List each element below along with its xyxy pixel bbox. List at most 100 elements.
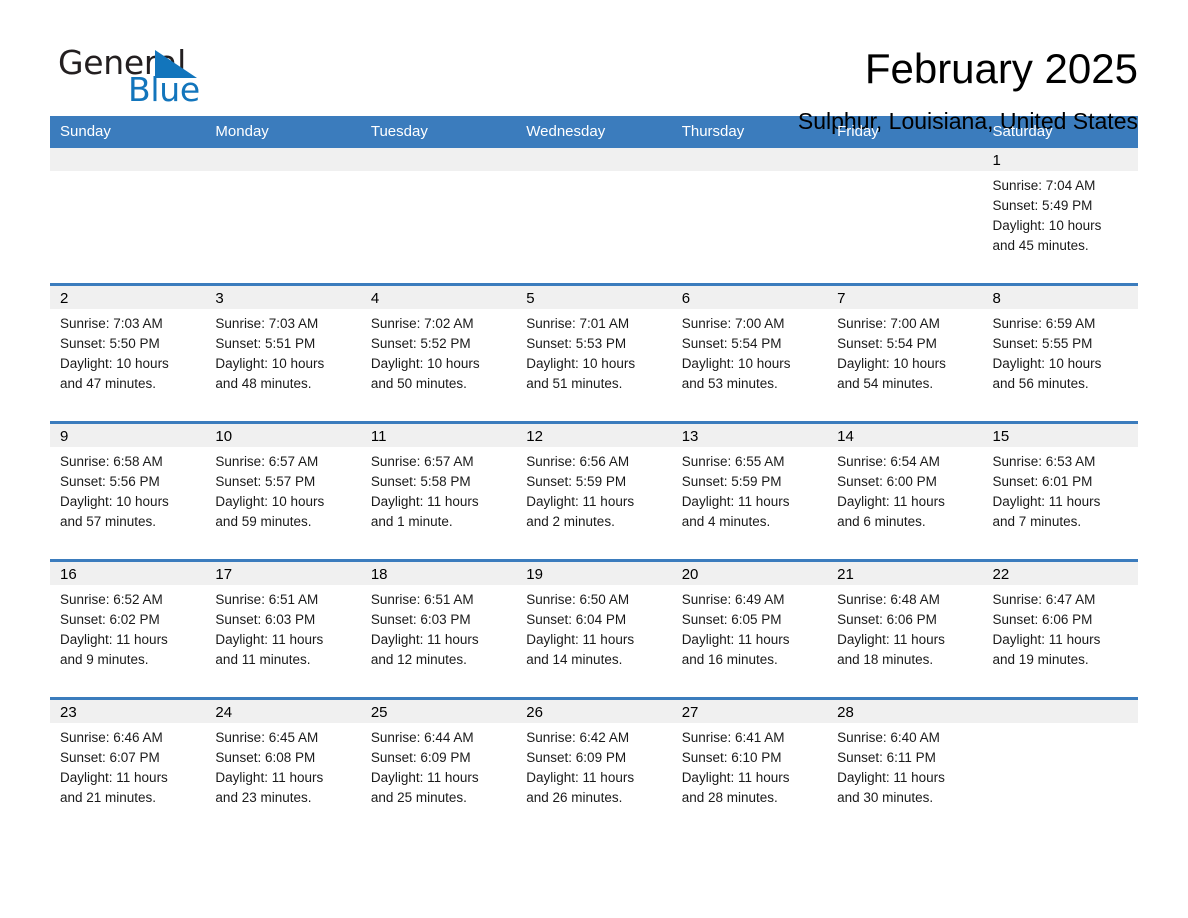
day-number: 26: [516, 700, 672, 723]
sunrise-time: Sunrise: 6:48 AM: [837, 592, 940, 607]
calendar-day-cell[interactable]: 8 Sunrise: 6:59 AM Sunset: 5:55 PM Daylight…: [982, 283, 1138, 423]
calendar-day-cell[interactable]: 4 Sunrise: 7:02 AM Sunset: 5:52 PM Daylight…: [360, 283, 517, 423]
calendar-day-cell[interactable]: 7 Sunrise: 7:00 AM Sunset: 5:54 PM Daylight…: [827, 283, 983, 423]
daylight-duration-line1: Daylight: 10 hours: [992, 356, 1102, 371]
daylight-duration-line1: Daylight: 10 hours: [526, 356, 636, 371]
daylight-duration-line1: Daylight: 11 hours: [992, 494, 1101, 509]
day-number: 25: [360, 700, 517, 723]
day-details: Sunrise: 7:02 AM Sunset: 5:52 PM Daylight:…: [361, 309, 516, 394]
calendar-day-cell[interactable]: 21 Sunrise: 6:48 AM Sunset: 6:06 PM Dayligh…: [827, 559, 983, 699]
calendar-day-cell[interactable]: 25 Sunrise: 6:44 AM Sunset: 6:09 PM Dayligh…: [360, 697, 517, 835]
calendar-day-cell[interactable]: 15 Sunrise: 6:53 AM Sunset: 6:01 PM Dayligh…: [982, 421, 1138, 561]
sunrise-time: Sunrise: 6:51 AM: [370, 592, 474, 607]
sunset-time: Sunset: 6:11 PM: [837, 750, 936, 765]
daylight-duration-line1: Daylight: 11 hours: [681, 632, 790, 647]
daylight-duration-line1: Daylight: 11 hours: [215, 632, 324, 647]
day-number: [205, 148, 361, 171]
calendar-day-cell: [827, 148, 983, 285]
day-number: [50, 148, 206, 171]
daylight-duration-line1: Daylight: 11 hours: [370, 494, 479, 509]
day-number: 28: [827, 700, 983, 723]
day-details: Sunrise: 7:03 AM Sunset: 5:50 PM Daylight:…: [50, 309, 205, 394]
sunrise-time: Sunrise: 6:55 AM: [681, 454, 785, 469]
brand-name-blue: Blue: [128, 70, 200, 109]
day-number: 20: [671, 562, 828, 585]
daylight-duration-line1: Daylight: 10 hours: [215, 494, 325, 509]
calendar-day-cell: [360, 148, 517, 285]
calendar-day-cell[interactable]: 20 Sunrise: 6:49 AM Sunset: 6:05 PM Dayligh…: [671, 559, 828, 699]
day-details: Sunrise: 6:55 AM Sunset: 5:59 PM Daylight:…: [672, 447, 827, 532]
daylight-duration-line2: and 50 minutes.: [370, 376, 467, 391]
day-details: Sunrise: 6:56 AM Sunset: 5:59 PM Daylight:…: [516, 447, 671, 532]
day-number: 23: [50, 700, 206, 723]
day-number: 9: [50, 424, 206, 447]
calendar-day-cell[interactable]: 26 Sunrise: 6:42 AM Sunset: 6:09 PM Dayligh…: [516, 697, 672, 835]
sunrise-time: Sunrise: 7:02 AM: [370, 316, 474, 331]
calendar-day-cell[interactable]: 6 Sunrise: 7:00 AM Sunset: 5:54 PM Daylight…: [671, 283, 828, 423]
daylight-duration-line2: and 57 minutes.: [60, 514, 157, 529]
day-number: 18: [360, 562, 517, 585]
calendar-day-cell[interactable]: 14 Sunrise: 6:54 AM Sunset: 6:00 PM Dayligh…: [827, 421, 983, 561]
sunset-time: Sunset: 6:00 PM: [837, 474, 937, 489]
calendar-body: 1 Sunrise: 7:04 AM Sunset: 5:49 PM Daylight…: [50, 148, 1138, 835]
daylight-duration-line1: Daylight: 11 hours: [370, 770, 479, 785]
day-details: Sunrise: 6:57 AM Sunset: 5:57 PM Daylight:…: [205, 447, 360, 532]
calendar-day-cell[interactable]: 13 Sunrise: 6:55 AM Sunset: 5:59 PM Dayligh…: [671, 421, 828, 561]
daylight-duration-line2: and 45 minutes.: [992, 238, 1089, 253]
sunset-time: Sunset: 5:56 PM: [60, 474, 160, 489]
calendar-day-cell[interactable]: 1 Sunrise: 7:04 AM Sunset: 5:49 PM Daylight…: [982, 148, 1138, 285]
sunset-time: Sunset: 5:53 PM: [526, 336, 627, 351]
day-number: [982, 700, 1138, 723]
daylight-duration-line2: and 9 minutes.: [60, 652, 149, 667]
day-number: 11: [360, 424, 517, 447]
daylight-duration-line1: Daylight: 11 hours: [526, 494, 635, 509]
day-number: 6: [671, 286, 828, 309]
sunrise-time: Sunrise: 6:45 AM: [215, 730, 319, 745]
sunset-time: Sunset: 5:55 PM: [992, 336, 1093, 351]
calendar-day-cell[interactable]: 5 Sunrise: 7:01 AM Sunset: 5:53 PM Daylight…: [516, 283, 672, 423]
calendar-day-cell[interactable]: 28 Sunrise: 6:40 AM Sunset: 6:11 PM Dayligh…: [827, 697, 983, 835]
daylight-duration-line2: and 59 minutes.: [215, 514, 312, 529]
sunset-time: Sunset: 6:06 PM: [837, 612, 937, 627]
day-number: 10: [205, 424, 361, 447]
calendar-day-cell[interactable]: 9 Sunrise: 6:58 AM Sunset: 5:56 PM Daylight…: [50, 421, 206, 561]
calendar-day-cell: [205, 148, 361, 285]
calendar-day-cell[interactable]: 12 Sunrise: 6:56 AM Sunset: 5:59 PM Dayligh…: [516, 421, 672, 561]
calendar-day-cell[interactable]: 23 Sunrise: 6:46 AM Sunset: 6:07 PM Dayligh…: [50, 697, 206, 835]
calendar-day-cell[interactable]: 10 Sunrise: 6:57 AM Sunset: 5:57 PM Dayligh…: [205, 421, 361, 561]
day-number: 17: [205, 562, 361, 585]
day-details: Sunrise: 6:50 AM Sunset: 6:04 PM Daylight:…: [516, 585, 671, 670]
daylight-duration-line1: Daylight: 10 hours: [681, 356, 791, 371]
calendar-day-cell[interactable]: 19 Sunrise: 6:50 AM Sunset: 6:04 PM Dayligh…: [516, 559, 672, 699]
daylight-duration-line2: and 26 minutes.: [526, 790, 623, 805]
daylight-duration-line2: and 21 minutes.: [60, 790, 157, 805]
sunrise-time: Sunrise: 7:04 AM: [992, 178, 1096, 193]
daylight-duration-line2: and 2 minutes.: [526, 514, 615, 529]
sunrise-time: Sunrise: 6:53 AM: [992, 454, 1096, 469]
daylight-duration-line2: and 28 minutes.: [681, 790, 778, 805]
calendar-week-row: 23 Sunrise: 6:46 AM Sunset: 6:07 PM Dayligh…: [50, 697, 1138, 835]
calendar-day-cell[interactable]: 18 Sunrise: 6:51 AM Sunset: 6:03 PM Dayligh…: [360, 559, 517, 699]
calendar-day-cell[interactable]: 17 Sunrise: 6:51 AM Sunset: 6:03 PM Dayligh…: [205, 559, 361, 699]
sunset-time: Sunset: 6:09 PM: [370, 750, 471, 765]
daylight-duration-line1: Daylight: 11 hours: [215, 770, 324, 785]
day-details: Sunrise: 6:41 AM Sunset: 6:10 PM Daylight:…: [672, 723, 827, 808]
sunset-time: Sunset: 6:09 PM: [526, 750, 627, 765]
calendar-day-cell[interactable]: 11 Sunrise: 6:57 AM Sunset: 5:58 PM Dayligh…: [360, 421, 517, 561]
general-blue-logo[interactable]: General Blue: [50, 44, 260, 114]
calendar-day-cell[interactable]: 24 Sunrise: 6:45 AM Sunset: 6:08 PM Dayligh…: [205, 697, 361, 835]
sunset-time: Sunset: 5:52 PM: [370, 336, 471, 351]
calendar-day-cell[interactable]: 2 Sunrise: 7:03 AM Sunset: 5:50 PM Daylight…: [50, 283, 206, 423]
calendar-day-cell[interactable]: 16 Sunrise: 6:52 AM Sunset: 6:02 PM Dayligh…: [50, 559, 206, 699]
calendar-day-cell[interactable]: 27 Sunrise: 6:41 AM Sunset: 6:10 PM Dayligh…: [671, 697, 828, 835]
day-number: 13: [671, 424, 828, 447]
sunset-time: Sunset: 5:49 PM: [992, 198, 1093, 213]
sunrise-time: Sunrise: 6:50 AM: [526, 592, 630, 607]
daylight-duration-line2: and 19 minutes.: [992, 652, 1089, 667]
sunset-time: Sunset: 6:10 PM: [681, 750, 782, 765]
calendar-day-cell[interactable]: 22 Sunrise: 6:47 AM Sunset: 6:06 PM Dayligh…: [982, 559, 1138, 699]
daylight-duration-line1: Daylight: 10 hours: [992, 218, 1102, 233]
calendar-day-cell[interactable]: 3 Sunrise: 7:03 AM Sunset: 5:51 PM Daylight…: [205, 283, 361, 423]
daylight-duration-line1: Daylight: 11 hours: [526, 632, 635, 647]
day-details: Sunrise: 6:44 AM Sunset: 6:09 PM Daylight:…: [361, 723, 516, 808]
